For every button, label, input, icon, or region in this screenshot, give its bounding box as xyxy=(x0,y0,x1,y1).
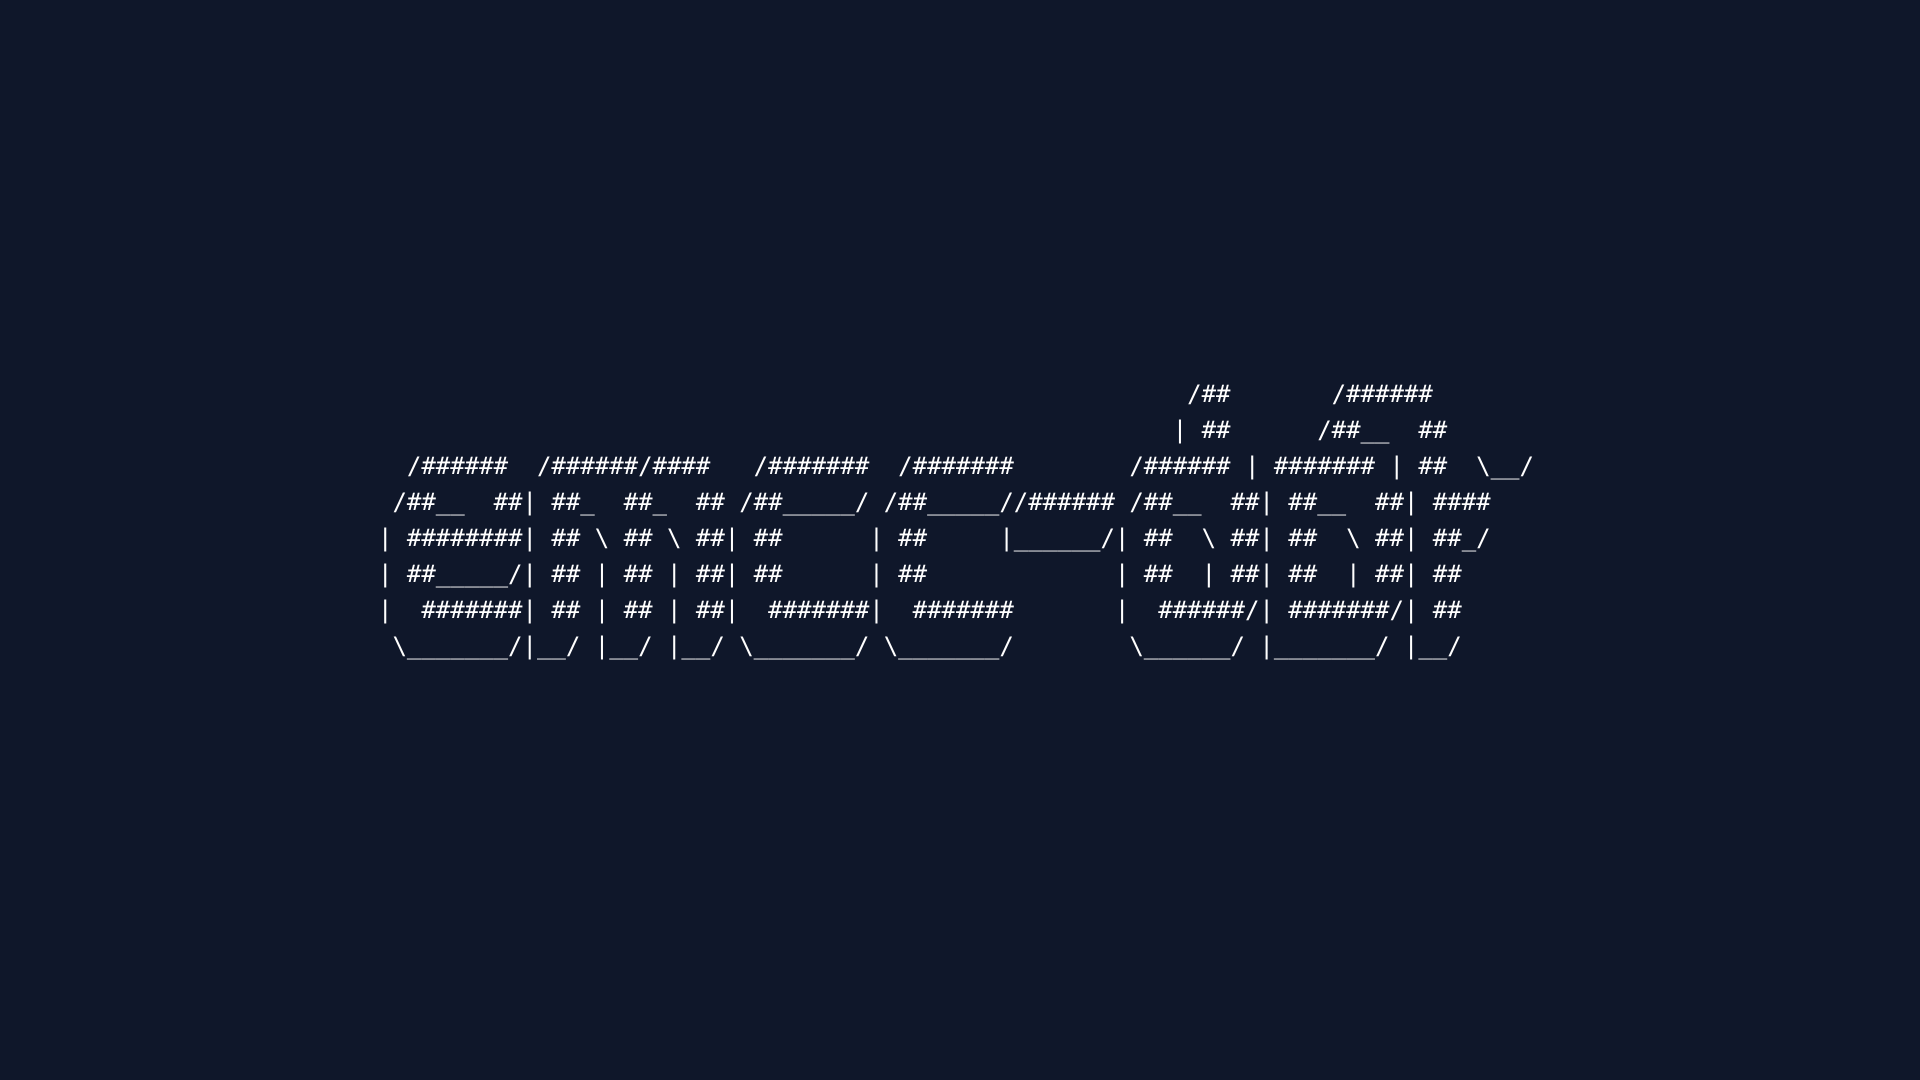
terminal-screen: /## /###### | ## /##__ ## /###### /#####… xyxy=(0,0,1920,1080)
ascii-line-3: /###### /######/#### /####### /####### /… xyxy=(378,452,1534,480)
ascii-line-2: | ## /##__ ## xyxy=(378,416,1448,444)
ascii-line-6: | ##_____/| ## | ## | ##| ## | ## | ## |… xyxy=(378,560,1462,588)
ascii-art-banner: /## /###### | ## /##__ ## /###### /#####… xyxy=(378,376,1534,664)
ascii-line-1: /## /###### xyxy=(378,380,1433,408)
ascii-line-7: | #######| ## | ## | ##| #######| ######… xyxy=(378,596,1462,624)
ascii-line-4: /##__ ##| ##_ ##_ ## /##_____/ /##_____/… xyxy=(378,488,1491,516)
ascii-line-8: \_______/|__/ |__/ |__/ \_______/ \_____… xyxy=(378,632,1462,660)
ascii-line-5: | ########| ## \ ## \ ##| ## | ## |_____… xyxy=(378,524,1491,552)
